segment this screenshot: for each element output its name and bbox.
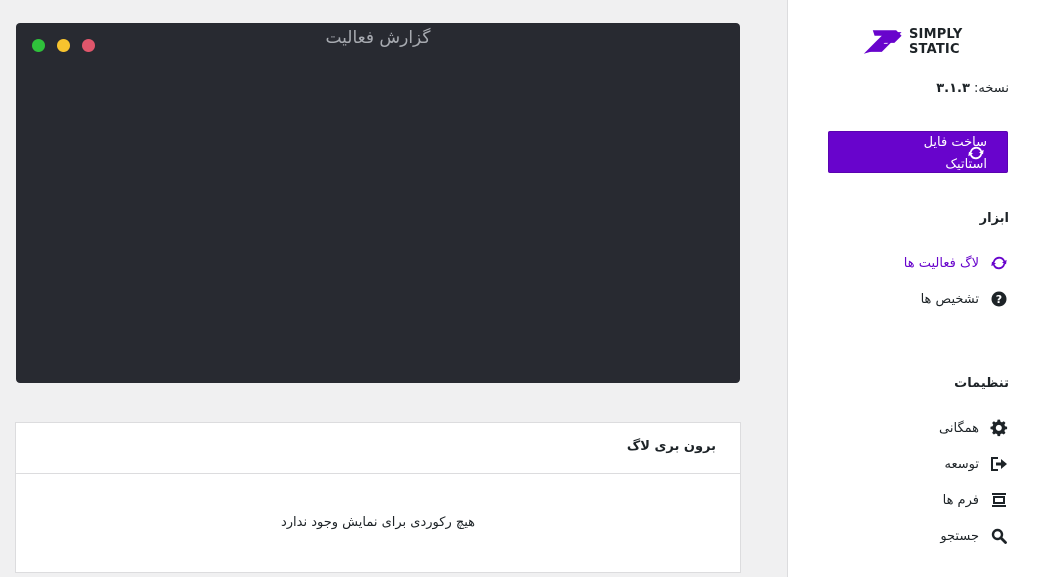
search-icon <box>989 526 1009 546</box>
nav-diagnostics[interactable]: ? تشخیص ها <box>921 288 1009 310</box>
log-empty-message: هیچ رکوردی برای نمایش وجود ندارد <box>280 515 476 530</box>
tools-section-title: ابزار <box>979 211 1009 226</box>
nav-search-label: جستجو <box>940 528 979 544</box>
form-icon <box>989 490 1009 510</box>
nav-deploy[interactable]: توسعه <box>945 453 1009 475</box>
terminal-title: گزارش فعالیت <box>325 28 431 48</box>
nav-activity-log[interactable]: لاگ فعالیت ها <box>904 252 1009 274</box>
nav-general[interactable]: همگانی <box>939 417 1009 439</box>
log-export-panel: برون بری لاگ هیچ رکوردی برای نمایش وجود … <box>15 422 741 573</box>
gear-icon <box>989 418 1009 438</box>
nav-activity-log-label: لاگ فعالیت ها <box>903 255 979 271</box>
export-icon <box>989 454 1009 474</box>
log-export-title: برون بری لاگ <box>626 439 716 454</box>
activity-log-terminal: گزارش فعالیت <box>16 23 740 383</box>
nav-general-label: همگانی <box>939 420 979 436</box>
nav-search[interactable]: جستجو <box>940 525 1009 547</box>
nav-diagnostics-label: تشخیص ها <box>920 291 979 307</box>
logo-mark-icon <box>863 30 902 54</box>
settings-section-title: تنظیمات <box>954 376 1009 391</box>
version-label: نسخه: <box>974 81 1009 96</box>
sync-icon <box>989 253 1009 273</box>
svg-text:?: ? <box>996 293 1002 306</box>
nav-deploy-label: توسعه <box>944 456 979 472</box>
sidebar: SIMPLY STATIC نسخه: ۳.۱.۳ ساخت فایل استا… <box>787 0 1049 577</box>
logo-text: SIMPLY STATIC <box>908 27 963 57</box>
log-export-header: برون بری لاگ <box>16 423 740 474</box>
generate-static-files-button[interactable]: ساخت فایل استاتیک <box>828 131 1008 173</box>
sync-icon <box>968 146 984 160</box>
version-number: ۳.۱.۳ <box>936 81 970 96</box>
question-circle-icon: ? <box>989 289 1009 309</box>
nav-forms-label: فرم ها <box>942 492 979 508</box>
version-info: نسخه: ۳.۱.۳ <box>936 81 1009 96</box>
nav-forms[interactable]: فرم ها <box>943 489 1009 511</box>
simply-static-logo: SIMPLY STATIC <box>862 26 1007 58</box>
